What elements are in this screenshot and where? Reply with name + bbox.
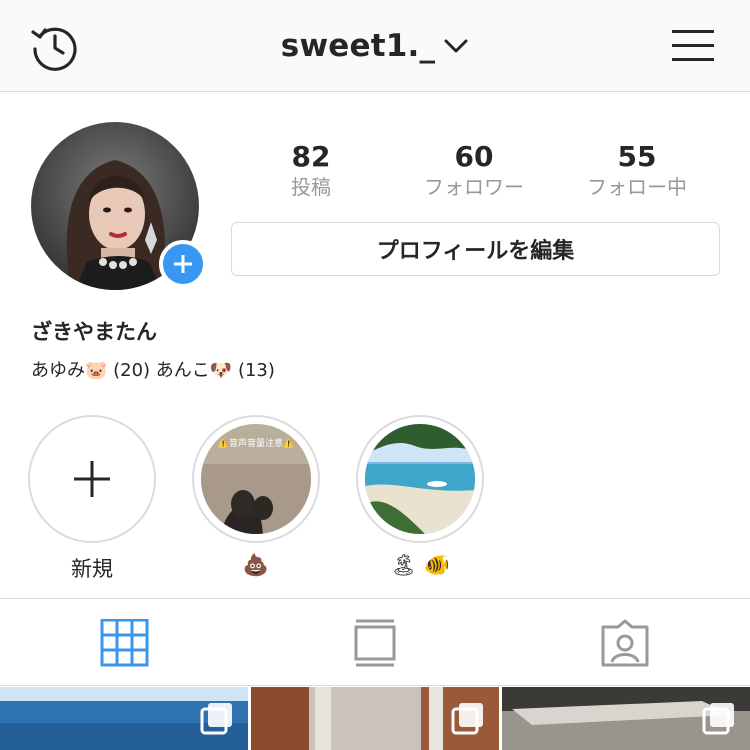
multiple-photos-icon <box>200 703 232 735</box>
highlight-label: 🏝 🐠 <box>390 553 450 577</box>
highlight-item[interactable]: ⚠️音声音量注意⚠️ 💩 <box>192 415 320 579</box>
username-title[interactable]: sweet1._ <box>281 28 435 64</box>
history-icon[interactable] <box>30 22 80 72</box>
plus-icon <box>174 255 192 273</box>
highlight-new[interactable]: 新規 <box>28 415 156 581</box>
plus-icon <box>74 461 110 497</box>
hamburger-menu-icon[interactable] <box>672 26 714 66</box>
followers-count: 60 <box>454 140 494 173</box>
post-thumbnail[interactable] <box>0 687 248 750</box>
display-name: ざきやまたん <box>31 320 157 344</box>
bio-text: あゆみ🐷 (20) あんこ🐶 (13) <box>31 360 275 381</box>
highlight-label: 新規 <box>71 557 113 581</box>
highlight-thumbnail <box>365 424 475 534</box>
top-bar: sweet1._ <box>0 0 750 92</box>
username-switcher[interactable]: sweet1._ <box>0 0 750 92</box>
chevron-down-icon[interactable] <box>443 37 469 55</box>
highlight-new-ring[interactable] <box>28 415 156 543</box>
grid-icon[interactable] <box>100 619 150 667</box>
highlight-thumbnail: ⚠️音声音量注意⚠️ <box>201 424 311 534</box>
followers-label: フォロワー <box>424 175 524 199</box>
highlight-ring[interactable] <box>356 415 484 543</box>
tagged-person-icon[interactable] <box>600 619 650 667</box>
list-icon[interactable] <box>350 619 400 667</box>
stat-followers[interactable]: 60 フォロワー <box>394 140 554 200</box>
highlight-label: 💩 <box>242 553 270 577</box>
posts-count: 82 <box>291 140 331 173</box>
stat-following[interactable]: 55 フォロー中 <box>557 140 717 200</box>
edit-profile-button[interactable]: プロフィールを編集 <box>231 222 720 276</box>
post-thumbnail[interactable] <box>251 687 499 750</box>
following-count: 55 <box>617 140 657 173</box>
add-story-button[interactable] <box>159 240 207 288</box>
highlight-overlay-text: ⚠️音声音量注意⚠️ <box>218 437 294 449</box>
following-label: フォロー中 <box>587 175 687 199</box>
post-thumbnail[interactable] <box>502 687 750 750</box>
posts-label: 投稿 <box>291 175 331 199</box>
stat-posts[interactable]: 82 投稿 <box>231 140 391 200</box>
highlight-ring[interactable]: ⚠️音声音量注意⚠️ <box>192 415 320 543</box>
highlight-item[interactable]: 🏝 🐠 <box>356 415 484 579</box>
multiple-photos-icon <box>702 703 734 735</box>
profile-tabs <box>0 598 750 686</box>
multiple-photos-icon <box>451 703 483 735</box>
